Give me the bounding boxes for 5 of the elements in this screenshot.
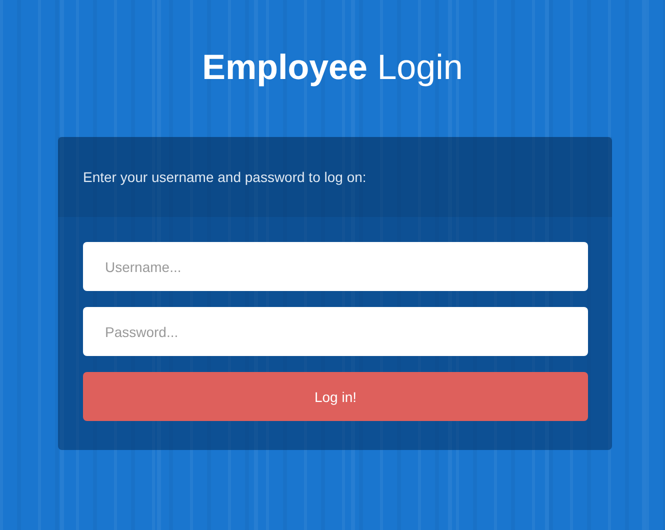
username-field[interactable]: Username...: [83, 242, 588, 291]
page-title: Employee Login: [201, 47, 464, 89]
login-button[interactable]: Log in!: [83, 372, 588, 421]
instructions-text: Enter your username and password to log on:: [83, 169, 366, 185]
password-field[interactable]: Password...: [83, 307, 588, 356]
